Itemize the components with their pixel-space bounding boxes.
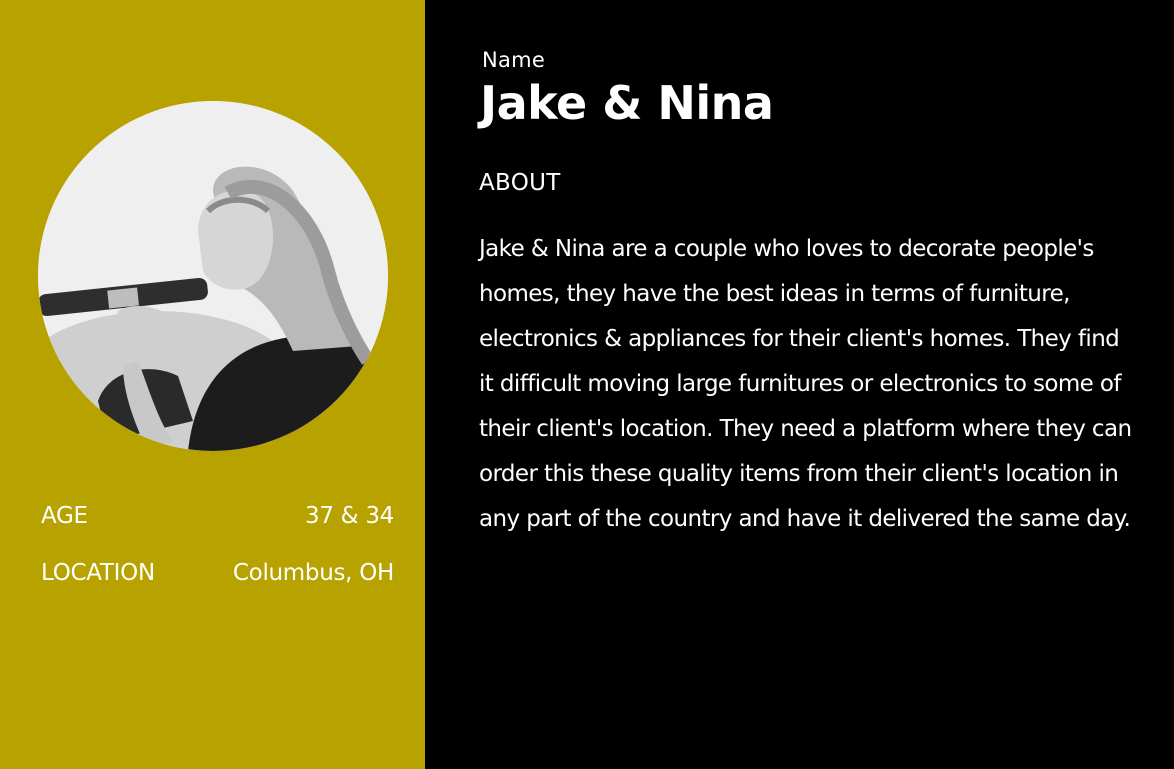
stat-location: LOCATION Columbus, OH xyxy=(41,560,394,586)
persona-name: Jake & Nina xyxy=(480,76,774,130)
persona-photo xyxy=(38,101,388,451)
persona-photo-icon xyxy=(38,101,388,451)
persona-details: Name Jake & Nina ABOUT Jake & Nina are a… xyxy=(425,0,1174,769)
name-label: Name xyxy=(482,48,546,72)
about-text: Jake & Nina are a couple who loves to de… xyxy=(479,236,1132,532)
age-value: 37 & 34 xyxy=(305,503,394,529)
location-value: Columbus, OH xyxy=(232,560,394,586)
persona-sidebar: AGE 37 & 34 LOCATION Columbus, OH xyxy=(0,0,425,769)
location-label: LOCATION xyxy=(41,560,155,586)
stat-age: AGE 37 & 34 xyxy=(41,503,394,529)
age-label: AGE xyxy=(41,503,88,529)
persona-card: AGE 37 & 34 LOCATION Columbus, OH Name J… xyxy=(0,0,1174,769)
about-heading: ABOUT xyxy=(479,170,561,196)
